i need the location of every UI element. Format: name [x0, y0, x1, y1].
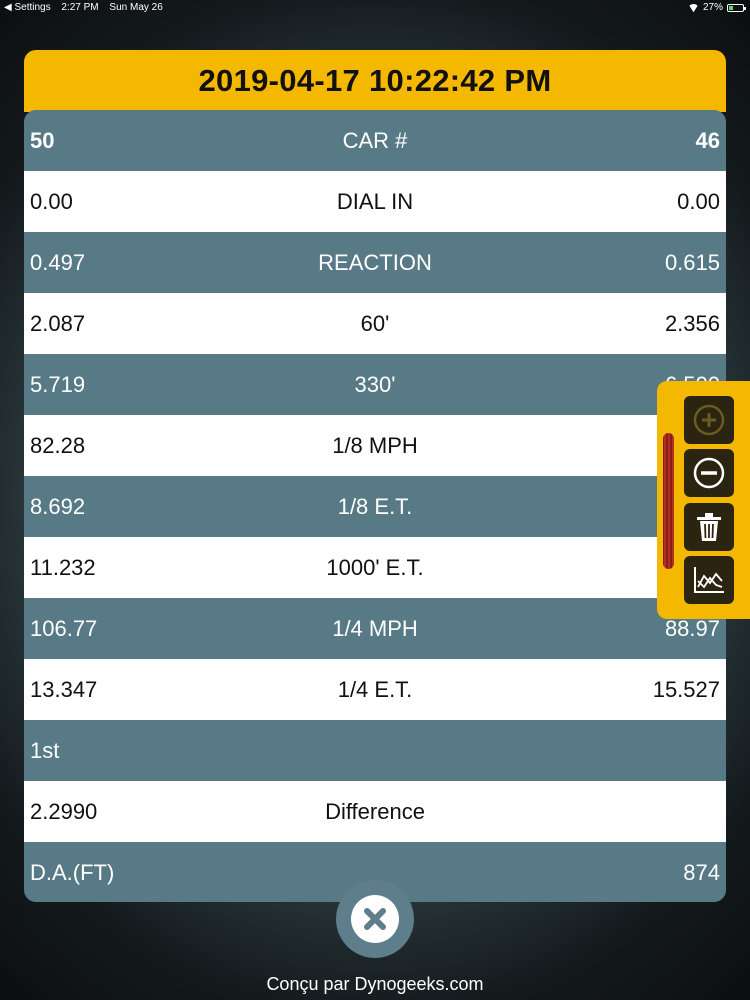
- battery-icon: [727, 3, 746, 12]
- row-label: 330': [354, 371, 396, 397]
- table-row-result: 1st: [24, 720, 726, 781]
- floating-toolbar: [657, 381, 750, 619]
- table-row-330ft: 5.719 330' 6.500: [24, 354, 726, 415]
- back-to-settings-link[interactable]: ◀ Settings: [4, 2, 51, 13]
- row-right-value: 46: [695, 127, 720, 153]
- row-label: 1/8 MPH: [332, 432, 418, 458]
- status-time: 2:27 PM: [61, 2, 99, 13]
- table-row-1000ft-et: 11.232 1000' E.T. 1: [24, 537, 726, 598]
- row-left-value: 2.2990: [30, 798, 98, 824]
- zoom-in-button[interactable]: [684, 396, 734, 444]
- row-label: 1/4 MPH: [332, 615, 418, 641]
- delete-button[interactable]: [684, 503, 734, 551]
- row-left-value: 106.77: [30, 615, 98, 641]
- run-timestamp-header: 2019-04-17 10:22:42 PM: [24, 50, 726, 112]
- zoom-out-icon: [693, 457, 725, 489]
- table-row-quarter-et: 13.347 1/4 E.T. 15.527: [24, 659, 726, 720]
- toolbar-drag-handle[interactable]: [663, 433, 674, 569]
- row-label: 1/4 E.T.: [337, 676, 413, 702]
- row-label: 60': [360, 310, 390, 336]
- row-left-value: 0.00: [30, 188, 73, 214]
- row-label: 1000' E.T.: [326, 554, 424, 580]
- row-left-value: 50: [30, 127, 55, 153]
- row-left-value: 82.28: [30, 432, 86, 458]
- run-data-table: 50 CAR # 46 0.00 DIAL IN 0.00 0.497 REAC…: [24, 110, 726, 902]
- row-right-value: 0.00: [677, 188, 720, 214]
- trash-icon: [697, 513, 721, 541]
- row-label: REACTION: [318, 249, 432, 275]
- row-label: Difference: [325, 798, 425, 824]
- row-left-value: 5.719: [30, 371, 86, 397]
- row-left-value: D.A.(FT): [30, 859, 115, 885]
- row-label: 1/8 E.T.: [337, 493, 413, 519]
- chart-icon: [694, 567, 724, 593]
- row-left-value: 2.087: [30, 310, 86, 336]
- chart-button[interactable]: [684, 556, 734, 604]
- row-right-value: 15.527: [652, 676, 720, 702]
- close-button[interactable]: [336, 880, 414, 958]
- status-date: Sun May 26: [109, 2, 163, 13]
- row-right-value: 88.97: [664, 615, 720, 641]
- row-left-value: 0.497: [30, 249, 86, 275]
- row-left-value: 1st: [30, 737, 60, 763]
- row-right-value: 2.356: [664, 310, 720, 336]
- status-bar: ◀ Settings 2:27 PM Sun May 26 27%: [0, 0, 750, 16]
- row-right-value: 874: [683, 859, 720, 885]
- table-row-60ft: 2.087 60' 2.356: [24, 293, 726, 354]
- wifi-icon: [688, 4, 699, 12]
- table-row-quarter-mph: 106.77 1/4 MPH 88.97: [24, 598, 726, 659]
- table-row-eighth-et: 8.692 1/8 E.T. 1: [24, 476, 726, 537]
- run-details-card: 2019-04-17 10:22:42 PM 50 CAR # 46 0.00 …: [24, 50, 726, 902]
- table-row-dial-in: 0.00 DIAL IN 0.00: [24, 171, 726, 232]
- row-left-value: 13.347: [30, 676, 98, 702]
- row-left-value: 11.232: [30, 554, 96, 580]
- row-left-value: 8.692: [30, 493, 86, 519]
- zoom-out-button[interactable]: [684, 449, 734, 497]
- table-row-difference: 2.2990 Difference: [24, 781, 726, 842]
- zoom-in-icon: [693, 404, 725, 436]
- row-right-value: 0.615: [664, 249, 720, 275]
- table-row-eighth-mph: 82.28 1/8 MPH: [24, 415, 726, 476]
- table-row-reaction: 0.497 REACTION 0.615: [24, 232, 726, 293]
- footer-credit: Conçu par Dynogeeks.com: [266, 974, 484, 994]
- row-label: CAR #: [342, 127, 408, 153]
- row-label: DIAL IN: [336, 188, 414, 214]
- close-icon: [364, 908, 386, 930]
- table-row-car-number: 50 CAR # 46: [24, 110, 726, 171]
- battery-percent: 27%: [702, 2, 723, 13]
